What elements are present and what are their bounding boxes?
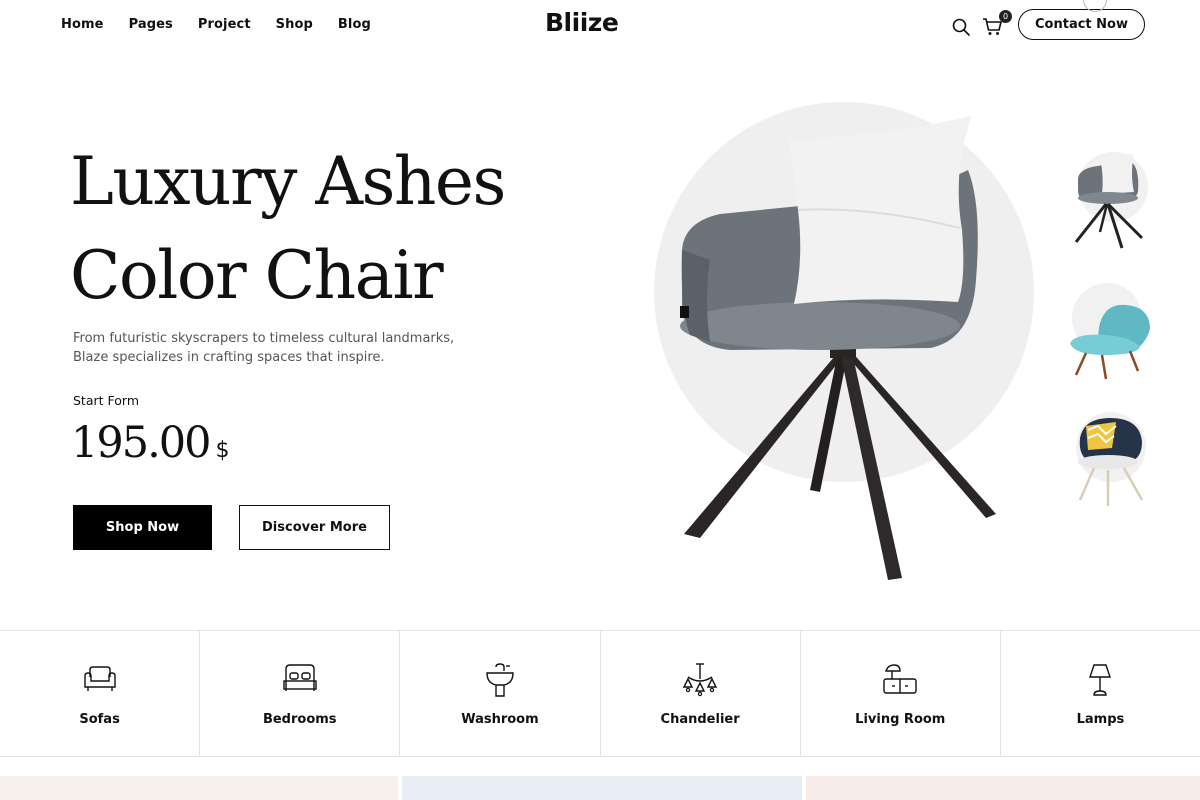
hero-description: From futuristic skyscrapers to timeless … — [73, 331, 455, 365]
nav-blog[interactable]: Blog — [338, 17, 371, 32]
category-label: Bedrooms — [262, 712, 337, 727]
cabinet-lamp-icon — [883, 664, 917, 694]
category-bar: Sofas Bedrooms Washroom Chandelier Livin… — [0, 630, 1200, 757]
category-label: Lamps — [1076, 712, 1125, 727]
discover-more-button[interactable]: Discover More — [239, 505, 390, 550]
hero-chair-image — [680, 116, 996, 580]
bed-icon — [283, 664, 317, 691]
search-icon[interactable] — [951, 17, 971, 37]
promo-banner-1 — [0, 776, 398, 800]
nav-pages[interactable]: Pages — [129, 17, 173, 32]
category-lamps[interactable]: Lamps — [1001, 631, 1200, 756]
category-washroom[interactable]: Washroom — [400, 631, 601, 756]
category-living-room[interactable]: Living Room — [801, 631, 1001, 756]
price-value: 195.00 — [71, 418, 211, 468]
promo-banner-2 — [402, 776, 802, 800]
hero-title: Luxury Ashes Color Chair — [70, 135, 590, 323]
category-chandelier[interactable]: Chandelier — [601, 631, 801, 756]
grey-chair-thumb-image — [1074, 154, 1144, 249]
promo-banner-3 — [806, 776, 1200, 800]
thumbnail-navy-chair[interactable] — [1070, 412, 1150, 512]
nav-project[interactable]: Project — [198, 17, 251, 32]
category-label: Washroom — [461, 712, 539, 727]
shop-now-button[interactable]: Shop Now — [73, 505, 212, 550]
thumbnail-teal-chair[interactable] — [1066, 283, 1150, 383]
category-label: Living Room — [855, 712, 946, 727]
sink-icon — [486, 663, 514, 697]
teal-chair-thumb-image — [1070, 304, 1150, 380]
thumbnail-grey-chair[interactable] — [1068, 150, 1148, 250]
sofa-icon — [83, 666, 116, 691]
main-nav: Home Pages Project Shop Blog — [61, 17, 396, 32]
cart-count-badge: 0 — [999, 10, 1012, 23]
price-currency: $ — [215, 438, 230, 463]
category-label: Sofas — [79, 712, 120, 727]
brand-name: Bliize — [545, 8, 619, 37]
nav-home[interactable]: Home — [61, 17, 104, 32]
contact-now-button[interactable]: Contact Now — [1018, 9, 1145, 40]
nav-shop[interactable]: Shop — [276, 17, 313, 32]
navy-chair-thumb-image — [1078, 418, 1144, 506]
start-from-label: Start Form — [73, 393, 139, 408]
price: 195.00 $ — [71, 418, 229, 468]
brand-logo[interactable]: Bliize — [545, 8, 619, 37]
category-sofas[interactable]: Sofas — [0, 631, 201, 756]
category-bedrooms[interactable]: Bedrooms — [200, 631, 401, 756]
hero-title-line-2: Color Chair — [70, 237, 444, 314]
lamp-icon — [1089, 664, 1112, 696]
hero-title-line-1: Luxury Ashes — [70, 143, 506, 220]
chandelier-icon — [682, 663, 718, 697]
category-label: Chandelier — [660, 712, 740, 727]
